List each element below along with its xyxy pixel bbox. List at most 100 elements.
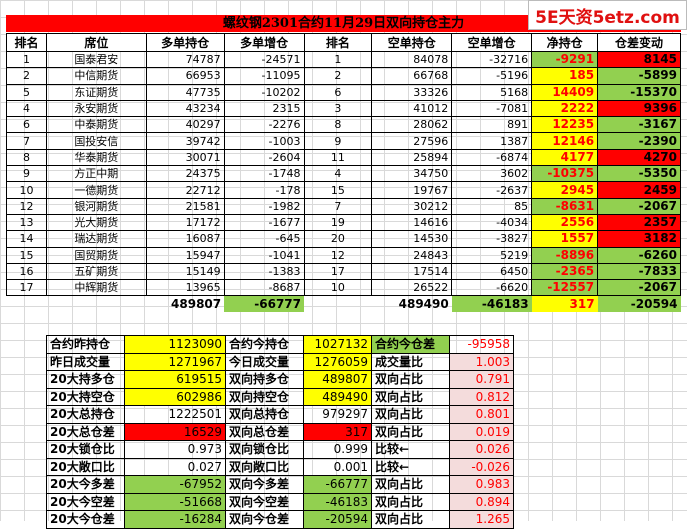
long-position[interactable]: 47735 [145,83,225,101]
rank-long[interactable]: 16 [6,262,47,281]
rank-short[interactable]: 2 [303,67,373,85]
rank-short[interactable]: 3 [303,99,373,118]
broker-name[interactable]: 国贸期货 [45,246,147,264]
position-diff-change[interactable]: 4270 [597,148,681,167]
rank-short[interactable]: 4 [303,165,373,183]
rank-short[interactable]: 17 [303,262,373,281]
long-change[interactable]: -1748 [223,165,305,183]
long-position[interactable]: 40297 [145,116,225,134]
stat-value[interactable]: 0.027 [124,457,226,476]
stat-label[interactable]: 成交量比 [371,352,450,371]
stat-value[interactable]: 602986 [124,387,226,406]
rank-short[interactable]: 15 [303,181,373,199]
stat-label[interactable]: 双向占比 [371,370,450,389]
stat-value[interactable]: 489807 [303,370,372,389]
rank-long[interactable]: 14 [6,230,47,248]
net-position[interactable]: 2556 [531,213,599,232]
short-position[interactable]: 27596 [371,132,453,150]
long-change[interactable]: -11095 [223,67,305,85]
stat-value[interactable]: 0.894 [449,492,514,511]
total-net[interactable]: 317 [531,295,598,312]
stat-label[interactable]: 双向占比 [371,475,450,494]
short-position[interactable]: 25894 [371,148,453,167]
long-change[interactable]: -1003 [223,132,305,150]
broker-name[interactable]: 方正中期 [45,165,147,183]
total-diff[interactable]: -20594 [597,295,681,312]
stat-value[interactable]: 0.026 [449,440,514,459]
rank-long[interactable]: 9 [6,165,47,183]
long-position[interactable]: 13965 [145,279,225,297]
long-position[interactable]: 74787 [145,50,225,69]
net-position[interactable]: 2945 [531,181,599,199]
rank-short[interactable]: 8 [303,116,373,134]
col-header[interactable]: 排名 [6,33,47,52]
net-position[interactable]: 14409 [531,83,599,101]
stat-value[interactable]: -46183 [303,492,372,511]
broker-name[interactable]: 一德期货 [45,181,147,199]
rank-long[interactable]: 12 [6,197,47,215]
short-change[interactable]: -6620 [451,279,533,297]
short-position[interactable]: 34750 [371,165,453,183]
stat-value[interactable]: 0.801 [449,405,514,424]
stat-label[interactable]: 比较← [371,440,450,459]
broker-name[interactable]: 永安期货 [45,99,147,118]
rank-short[interactable]: 10 [303,279,373,297]
broker-name[interactable]: 光大期货 [45,213,147,232]
stat-label[interactable]: 20大持多仓 [46,370,125,389]
long-change[interactable]: -645 [223,230,305,248]
stat-value[interactable]: 0.019 [449,422,514,441]
rank-short[interactable]: 9 [303,132,373,150]
net-position[interactable]: 185 [531,67,599,85]
short-position[interactable]: 24843 [371,246,453,264]
stat-value[interactable]: -51668 [124,492,226,511]
short-change[interactable]: 6450 [451,262,533,281]
long-position[interactable]: 39742 [145,132,225,150]
col-header[interactable]: 多单增仓 [223,33,305,52]
short-change[interactable]: 5168 [451,83,533,101]
rank-long[interactable]: 6 [6,116,47,134]
short-change[interactable]: 5219 [451,246,533,264]
position-diff-change[interactable]: -7833 [597,262,681,281]
stat-label[interactable]: 20大今多差 [46,475,125,494]
stat-label[interactable]: 20大持空仓 [46,387,125,406]
short-position[interactable]: 26522 [371,279,453,297]
broker-name[interactable]: 中泰期货 [45,116,147,134]
stat-label[interactable]: 双向今多差 [225,475,304,494]
stat-value[interactable]: 1123090 [124,335,226,354]
short-change[interactable]: -3827 [451,230,533,248]
net-position[interactable]: -12557 [531,279,599,297]
stat-value[interactable]: 489490 [303,387,372,406]
col-header[interactable]: 净持仓 [531,33,599,52]
rank-long[interactable]: 15 [6,246,47,264]
stat-value[interactable]: -67952 [124,475,226,494]
stat-label[interactable]: 双向占比 [371,510,450,529]
stat-label[interactable]: 双向敞口比 [225,457,304,476]
position-diff-change[interactable]: 2357 [597,213,681,232]
col-header[interactable]: 仓差变动 [597,33,681,52]
broker-name[interactable]: 中辉期货 [45,279,147,297]
short-position[interactable]: 14616 [371,213,453,232]
long-position[interactable]: 16087 [145,230,225,248]
rank-long[interactable]: 8 [6,148,47,167]
stat-label[interactable]: 合约昨持仓 [46,335,125,354]
col-header[interactable]: 多单持仓 [145,33,225,52]
rank-short[interactable]: 20 [303,230,373,248]
short-change[interactable]: 85 [451,197,533,215]
stat-label[interactable]: 双向总持仓 [225,405,304,424]
rank-long[interactable]: 7 [6,132,47,150]
position-diff-change[interactable]: -5350 [597,165,681,183]
long-position[interactable]: 43234 [145,99,225,118]
net-position[interactable]: -8896 [531,246,599,264]
rank-long[interactable]: 10 [6,181,47,199]
stat-label[interactable]: 合约今持仓 [225,335,304,354]
net-position[interactable]: 12146 [531,132,599,150]
stat-value[interactable]: 0.812 [449,387,514,406]
stat-value[interactable]: 1027132 [303,335,372,354]
stat-label[interactable]: 20大今仓差 [46,510,125,529]
short-change[interactable]: -32716 [451,50,533,69]
short-position[interactable]: 84078 [371,50,453,69]
rank-short[interactable]: 6 [303,83,373,101]
stat-value[interactable]: 619515 [124,370,226,389]
stat-value[interactable]: 1222501 [124,405,226,424]
stat-label[interactable]: 比较← [371,457,450,476]
